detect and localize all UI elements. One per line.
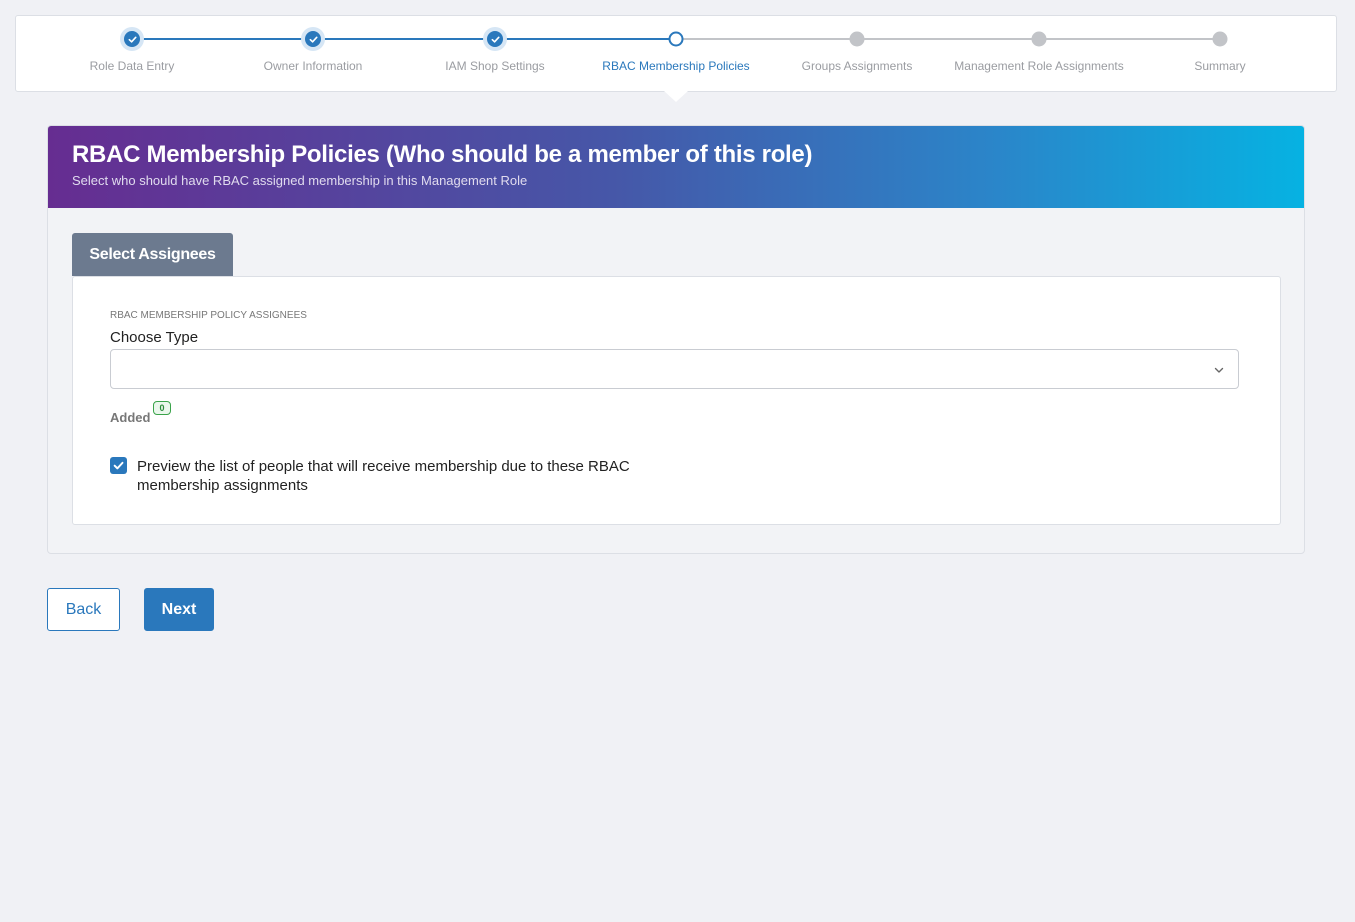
chevron-down-icon xyxy=(1214,367,1224,373)
check-icon xyxy=(120,27,144,51)
pending-step-dot-icon xyxy=(1212,31,1228,47)
page-subtitle: Select who should have RBAC assigned mem… xyxy=(72,173,528,188)
rbac-membership-card: RBAC Membership Policies (Who should be … xyxy=(47,125,1305,554)
page-title: RBAC Membership Policies (Who should be … xyxy=(72,141,813,168)
wizard-step-label: Role Data Entry xyxy=(89,59,175,73)
wizard-step-owner-information[interactable]: Owner Information xyxy=(213,16,413,91)
section-label: RBAC MEMBERSHIP POLICY ASSIGNEES xyxy=(110,310,307,321)
wizard-step-groups-assignments[interactable]: Groups Assignments xyxy=(757,16,957,91)
wizard-step-label: Owner Information xyxy=(263,59,363,73)
current-step-pointer xyxy=(664,91,688,102)
wizard-step-summary[interactable]: Summary xyxy=(1120,16,1320,91)
back-button[interactable]: Back xyxy=(47,588,120,631)
section-banner: RBAC Membership Policies (Who should be … xyxy=(48,126,1304,208)
pending-step-dot-icon xyxy=(849,31,865,47)
pending-step-dot-icon xyxy=(1031,31,1047,47)
check-icon xyxy=(483,27,507,51)
choose-type-label: Choose Type xyxy=(110,329,199,346)
assignees-panel: RBAC MEMBERSHIP POLICY ASSIGNEES Choose … xyxy=(72,276,1281,525)
wizard-step-label: Groups Assignments xyxy=(801,59,913,73)
wizard-step-management-role-assignments[interactable]: Management Role Assignments xyxy=(939,16,1139,91)
wizard-step-label: IAM Shop Settings xyxy=(445,59,545,73)
choose-type-select[interactable] xyxy=(110,349,1239,389)
preview-membership-checkbox[interactable] xyxy=(110,457,127,474)
progress-wizard: Role Data Entry Owner Information IAM Sh… xyxy=(15,15,1337,92)
added-count-badge: 0 xyxy=(153,401,171,415)
wizard-step-label: RBAC Membership Policies xyxy=(602,59,750,73)
wizard-step-role-data-entry[interactable]: Role Data Entry xyxy=(32,16,232,91)
wizard-step-iam-shop-settings[interactable]: IAM Shop Settings xyxy=(395,16,595,91)
wizard-step-label: Management Role Assignments xyxy=(954,59,1124,73)
wizard-step-rbac-membership-policies[interactable]: RBAC Membership Policies xyxy=(576,16,776,91)
next-button[interactable]: Next xyxy=(144,588,214,631)
tab-select-assignees[interactable]: Select Assignees xyxy=(72,233,233,276)
preview-membership-label[interactable]: Preview the list of people that will rec… xyxy=(137,457,677,495)
added-label: Added xyxy=(110,410,151,425)
current-step-circle-icon xyxy=(668,31,684,47)
checkmark-icon xyxy=(113,461,124,470)
wizard-step-label: Summary xyxy=(1194,59,1246,73)
check-icon xyxy=(301,27,325,51)
